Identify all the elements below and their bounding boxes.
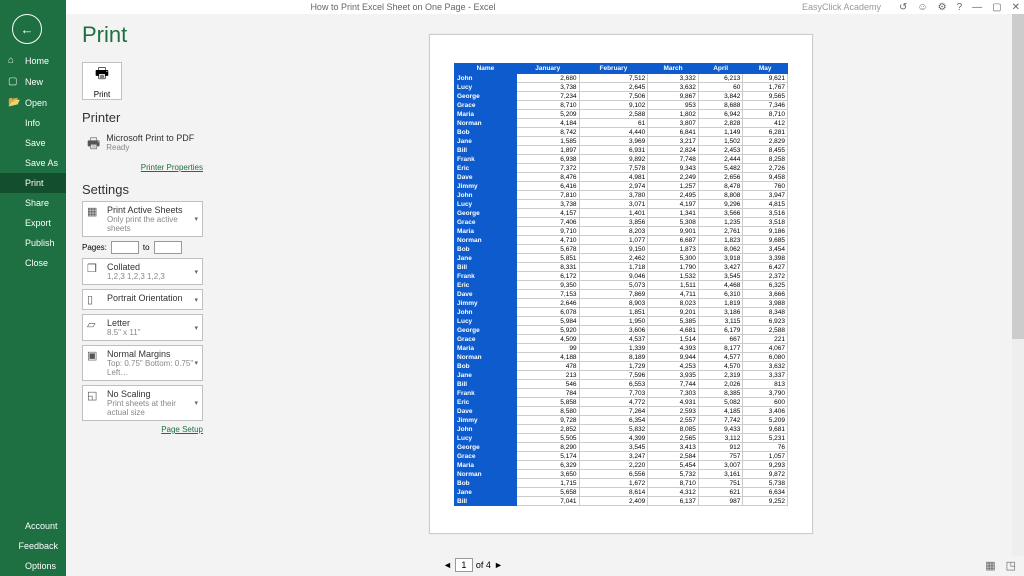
- show-margins-button[interactable]: ▦: [985, 559, 995, 572]
- collate-icon: ❐: [87, 262, 101, 275]
- printer-icon: 🖶: [95, 63, 109, 88]
- chevron-down-icon: ▾: [194, 324, 198, 332]
- sidebar-item-print[interactable]: Print: [0, 173, 66, 193]
- settings-section-label: Settings: [82, 182, 203, 197]
- sidebar-item-publish[interactable]: Publish: [0, 233, 66, 253]
- open-icon: 📂: [8, 97, 20, 108]
- chevron-down-icon: ▾: [194, 399, 198, 407]
- printer-section-label: Printer: [82, 110, 203, 125]
- page-title: Print: [82, 22, 203, 48]
- chevron-down-icon: ▾: [194, 268, 198, 276]
- page-number-input[interactable]: [455, 558, 473, 572]
- sidebar-item-new[interactable]: ▢New: [0, 71, 66, 92]
- sidebar-item-open[interactable]: 📂Open: [0, 92, 66, 113]
- help-icon[interactable]: ?: [957, 2, 963, 13]
- minimize-icon[interactable]: —: [972, 2, 982, 13]
- printer-icon: 🖶: [87, 133, 100, 157]
- margins-selector[interactable]: ▣ Normal MarginsTop: 0.75" Bottom: 0.75"…: [82, 345, 203, 381]
- printer-properties-link[interactable]: Printer Properties: [82, 163, 203, 172]
- print-button[interactable]: 🖶 Print: [82, 62, 122, 100]
- scaling-selector[interactable]: ◱ No ScalingPrint sheets at their actual…: [82, 385, 203, 421]
- sidebar-item-saveas[interactable]: Save As: [0, 153, 66, 173]
- chevron-down-icon: ▾: [194, 296, 198, 304]
- paper-size-selector[interactable]: ▱ Letter8.5" x 11" ▾: [82, 314, 203, 341]
- prev-page-button[interactable]: ◄: [443, 560, 452, 570]
- pages-from-input[interactable]: [111, 241, 139, 254]
- sidebar-item-home[interactable]: ⌂Home: [0, 50, 66, 71]
- sidebar-item-share[interactable]: Share: [0, 193, 66, 213]
- chevron-down-icon: ▾: [194, 359, 198, 367]
- brand-label: EasyClick Academy: [802, 2, 881, 12]
- next-page-button[interactable]: ►: [494, 560, 503, 570]
- pages-to-input[interactable]: [154, 241, 182, 254]
- smile-icon[interactable]: ☺: [917, 2, 927, 13]
- refresh-icon[interactable]: ↻: [899, 2, 907, 13]
- scaling-icon: ◱: [87, 389, 101, 402]
- paper-icon: ▱: [87, 318, 101, 331]
- sheets-icon: ▦: [87, 205, 101, 218]
- zoom-to-page-button[interactable]: ◳: [1006, 559, 1016, 572]
- maximize-icon[interactable]: ▢: [992, 2, 1001, 13]
- collation-selector[interactable]: ❐ Collated1,2,3 1,2,3 1,2,3 ▾: [82, 258, 203, 285]
- gear-icon[interactable]: ⚙: [938, 2, 947, 13]
- chevron-down-icon: ▾: [194, 215, 198, 223]
- page-count-label: of 4: [476, 560, 491, 570]
- vertical-scrollbar[interactable]: [1012, 14, 1024, 556]
- sidebar-item-save[interactable]: Save: [0, 133, 66, 153]
- home-icon: ⌂: [8, 55, 20, 66]
- print-preview-page: NameJanuaryFebruaryMarchAprilMayJohn2,68…: [429, 34, 813, 534]
- orientation-selector[interactable]: ▯ Portrait Orientation ▾: [82, 289, 203, 310]
- sidebar-item-export[interactable]: Export: [0, 213, 66, 233]
- pages-label: Pages:: [82, 243, 107, 252]
- page-setup-link[interactable]: Page Setup: [82, 425, 203, 434]
- backstage-sidebar: ← ⌂Home▢New📂OpenInfoSaveSave AsPrintShar…: [0, 0, 66, 576]
- sidebar-item-options[interactable]: Options: [0, 556, 66, 576]
- printer-selector[interactable]: 🖶 Microsoft Print to PDF Ready: [82, 129, 203, 161]
- new-icon: ▢: [8, 76, 20, 87]
- sidebar-item-info[interactable]: Info: [0, 113, 66, 133]
- app-title: How to Print Excel Sheet on One Page - E…: [4, 2, 802, 12]
- sidebar-item-account[interactable]: Account: [0, 516, 66, 536]
- sidebar-item-feedback[interactable]: Feedback: [0, 536, 66, 556]
- sidebar-item-close[interactable]: Close: [0, 253, 66, 273]
- close-icon[interactable]: ✕: [1012, 2, 1020, 13]
- orientation-icon: ▯: [87, 293, 101, 306]
- print-what-selector[interactable]: ▦ Print Active SheetsOnly print the acti…: [82, 201, 203, 237]
- preview-table: NameJanuaryFebruaryMarchAprilMayJohn2,68…: [454, 63, 788, 506]
- margins-icon: ▣: [87, 349, 101, 362]
- back-button[interactable]: ←: [12, 14, 42, 44]
